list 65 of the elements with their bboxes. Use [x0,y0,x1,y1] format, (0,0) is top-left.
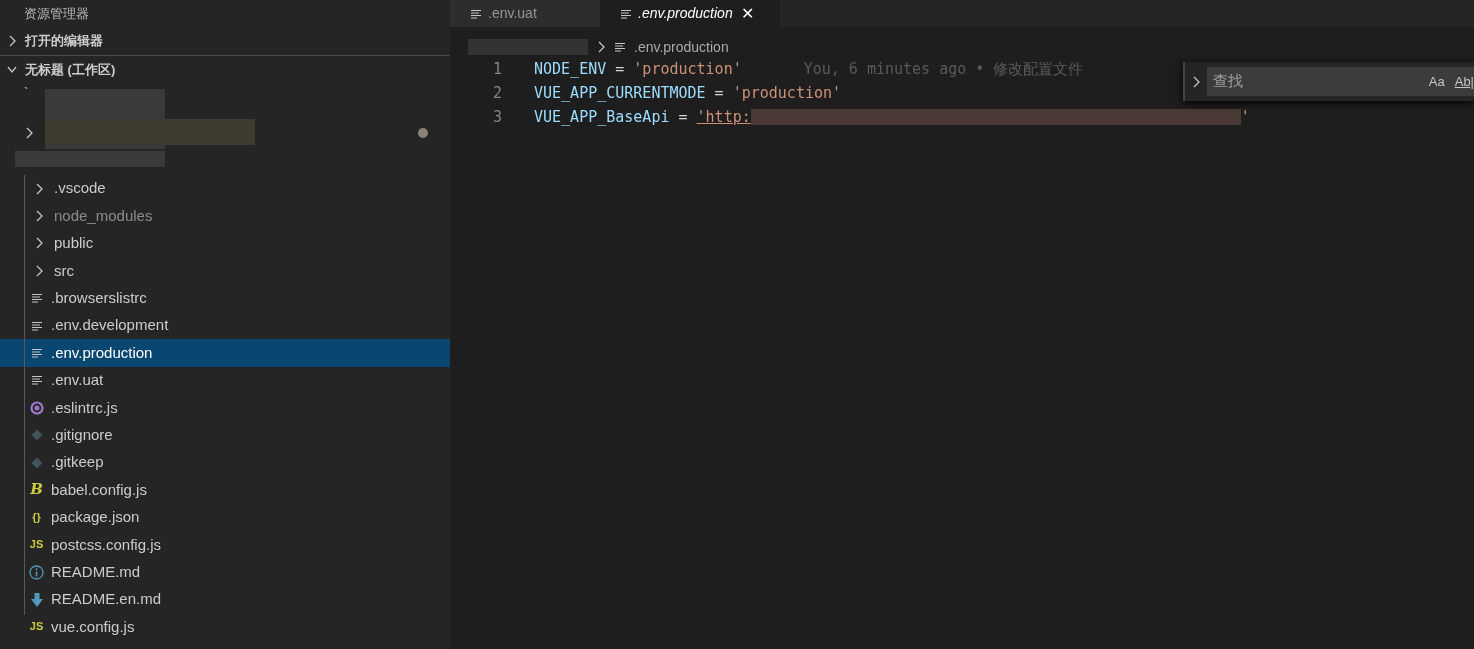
find-option-button[interactable]: Aa [1428,71,1445,92]
chevron-right-icon [34,210,44,223]
file-item[interactable]: JS postcss.config.js [0,531,450,559]
file-item[interactable]: README.en.md [0,585,450,614]
file-type-icon: JS [28,621,45,633]
chevron-right-icon [34,264,44,277]
file-type-icon: JS [28,539,45,551]
text-file-icon [470,8,482,19]
file-item[interactable]: .env.production [0,339,450,367]
folder-item[interactable]: public [0,229,450,258]
line-number: 3 [491,106,502,128]
file-item[interactable]: B babel.config.js [0,476,450,504]
string-value: 'production' [633,58,742,80]
folder-item[interactable]: src [0,257,450,285]
file-type-icon: B [28,482,45,498]
operator: = [713,82,725,104]
chevron-right-icon [7,35,17,47]
text-file-icon [30,348,43,359]
file-item[interactable]: .env.development [0,311,450,340]
down-arrow-icon [30,592,43,607]
close-button[interactable]: ✕ [740,1,754,26]
section-header[interactable]: 无标题 (工作区) [0,55,450,83]
text-file-icon [30,320,43,331]
chevron-right-icon [1191,75,1201,88]
file-item[interactable]: .browserslistrc [0,284,450,312]
file-item[interactable]: README.md [0,558,450,586]
env-key: VUE_APP_BaseApi [534,105,670,129]
file-item[interactable]: .eslintrc.js [0,394,450,422]
file-item[interactable]: .gitignore [0,421,450,449]
file-type-icon: {} [28,511,45,523]
env-key: NODE_ENV [534,57,607,81]
ring-icon [29,400,44,415]
chevron-right-icon [24,127,34,139]
diamond-icon [30,429,43,442]
file-item[interactable]: JS vue.config.js [0,613,450,641]
breadcrumb-file[interactable]: .env.production [634,36,729,58]
file-item[interactable]: .gitkeep [0,448,450,477]
chevron-right-icon [596,41,606,53]
tick-mark: ` [24,84,29,102]
text-file-icon [30,293,43,304]
file-item[interactable]: .env.uat [0,366,450,395]
chevron-right-icon [34,237,44,250]
diamond-icon [30,456,43,469]
chevron-right-icon [34,182,44,195]
operator: = [614,58,626,80]
text-file-icon [30,375,43,386]
section-header[interactable]: 打开的编辑器 [0,27,450,55]
folder-item[interactable]: .vscode [0,175,450,203]
file-item[interactable]: {} package.json [0,503,450,532]
explorer-title: 资源管理器 [23,4,90,23]
find-option-button[interactable]: Ab| [1454,71,1474,92]
env-key: VUE_APP_CURRENTMODE [534,81,706,105]
string-value: 'http: [696,106,751,128]
text-file-icon [620,8,632,19]
find-field[interactable]: 查找 Aa Ab| [1207,67,1474,96]
string-value: 'production' [732,82,842,104]
editor-tab[interactable]: .env.uat [450,0,600,27]
operator: = [677,106,689,128]
line-number: 1 [491,58,502,80]
folder-item[interactable]: node_modules [0,202,450,230]
string-quote: ' [1240,106,1250,128]
text-file-icon [614,42,626,52]
info-icon [29,564,44,580]
line-number: 2 [491,82,502,104]
editor-tab[interactable]: .env.production ✕ [600,0,780,27]
